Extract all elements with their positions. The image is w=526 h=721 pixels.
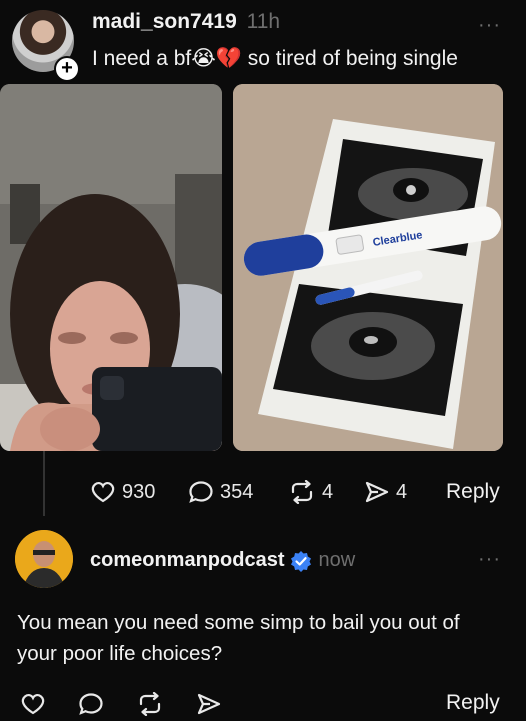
share-button[interactable]: 4 <box>364 480 407 504</box>
heart-icon <box>21 693 45 715</box>
send-icon <box>365 481 389 503</box>
comment-bubble-icon <box>79 693 103 715</box>
reply-more-options-icon[interactable]: ··· <box>478 548 501 571</box>
comment-bubble-icon <box>189 481 213 503</box>
repost-icon <box>139 692 161 716</box>
follow-plus-icon[interactable]: + <box>54 56 80 82</box>
like-button[interactable]: 930 <box>90 480 155 504</box>
broken-heart-emoji: 💔 <box>215 47 242 70</box>
reply-header: comeonmanpodcast now <box>90 549 355 572</box>
more-options-icon[interactable]: ··· <box>478 14 501 37</box>
verified-badge-icon <box>291 550 312 572</box>
post-username[interactable]: madi_son7419 <box>92 10 237 33</box>
send-icon <box>197 693 221 715</box>
comment-count: 354 <box>220 480 254 503</box>
reply-share-button[interactable] <box>196 692 222 716</box>
post-reply-button[interactable]: Reply <box>446 480 500 504</box>
reply-repost-button[interactable] <box>136 692 164 716</box>
heart-icon <box>91 481 115 503</box>
crying-emoji: 😭 <box>191 47 216 70</box>
post-timestamp: 11h <box>246 10 281 33</box>
repost-icon <box>291 480 313 504</box>
repost-count: 4 <box>322 480 334 503</box>
reply-text: You mean you need some simp to bail you … <box>17 611 460 665</box>
share-count: 4 <box>396 480 408 503</box>
comment-button[interactable]: 354 <box>188 480 253 504</box>
reply-timestamp: now <box>318 549 356 571</box>
reply-comment-button[interactable] <box>78 692 104 716</box>
reply-like-button[interactable] <box>20 692 46 716</box>
reply-username[interactable]: comeonmanpodcast <box>90 549 284 572</box>
post-header: madi_son7419 11h <box>92 10 280 34</box>
post-text: I need a bf😭💔 so tired of being single <box>92 46 458 71</box>
post-text-before: I need a bf <box>92 47 192 70</box>
reply-reply-button[interactable]: Reply <box>446 691 500 715</box>
reply-author-avatar[interactable] <box>15 530 73 588</box>
post-image-pregnancy-test[interactable]: Clearblue <box>233 84 503 451</box>
repost-button[interactable]: 4 <box>288 480 333 504</box>
post-text-after: so tired of being single <box>241 47 458 70</box>
like-count: 930 <box>122 480 156 503</box>
post-image-selfie[interactable] <box>0 84 222 451</box>
